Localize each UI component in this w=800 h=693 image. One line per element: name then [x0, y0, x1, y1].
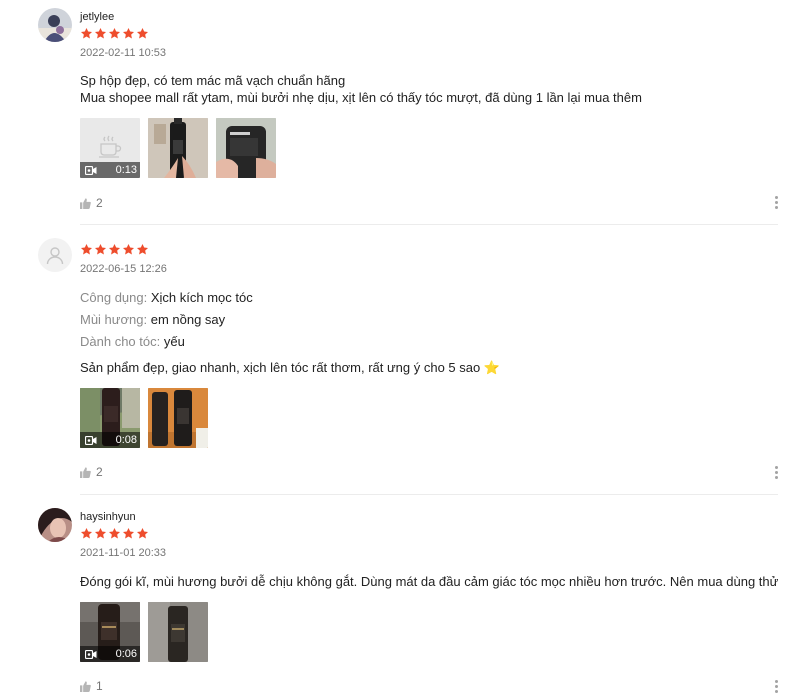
video-duration-bar: 0:08: [80, 432, 140, 448]
star-icon: [122, 243, 135, 255]
review-divider: [80, 494, 778, 495]
star-icon: [108, 527, 121, 539]
star-icon: [94, 527, 107, 539]
user-placeholder-icon: [46, 247, 64, 265]
star-icon: [136, 527, 149, 539]
video-duration: 0:13: [115, 164, 137, 176]
like-count: 2: [96, 196, 103, 210]
photo-thumbnail[interactable]: [148, 602, 208, 662]
more-options-icon[interactable]: [773, 196, 779, 209]
star-icon: [108, 243, 121, 255]
attribute-label: Mùi hương:: [80, 312, 148, 327]
avatar[interactable]: [38, 8, 72, 42]
review-attribute: Mùi hương: em nồng say: [80, 311, 225, 328]
product-photo: [148, 118, 208, 178]
star-icon: [122, 527, 135, 539]
attribute-value: Xịch kích mọc tóc: [150, 290, 253, 305]
video-duration: 0:06: [115, 648, 137, 660]
like-count: 2: [96, 465, 103, 479]
video-duration: 0:08: [115, 434, 137, 446]
review-media: 0:08: [80, 388, 208, 448]
video-camera-icon: [85, 165, 97, 175]
review-text-line: Sản phẩm đẹp, giao nhanh, xịch lên tóc r…: [80, 360, 501, 375]
video-camera-icon: [85, 435, 97, 445]
review-time: 2022-02-11 10:53: [80, 47, 167, 59]
like-button[interactable]: 1: [80, 679, 103, 693]
star-icon: [136, 243, 149, 255]
product-photo: [148, 388, 208, 448]
rating-stars: [80, 27, 149, 40]
like-count: 1: [96, 679, 103, 693]
photo-thumbnail[interactable]: [216, 118, 276, 178]
video-thumbnail[interactable]: 0:08: [80, 388, 140, 448]
video-camera-icon: [85, 649, 97, 659]
thumbs-up-icon: [80, 680, 91, 692]
review-media: 0:06: [80, 602, 208, 662]
review-divider: [80, 224, 778, 225]
photo-thumbnail[interactable]: [148, 118, 208, 178]
review-attribute: Dành cho tóc: yếu: [80, 333, 185, 350]
more-options-icon[interactable]: [773, 680, 779, 693]
like-button[interactable]: 2: [80, 465, 103, 479]
thumbs-up-icon: [80, 197, 91, 209]
thumbs-up-icon: [80, 466, 91, 478]
like-button[interactable]: 2: [80, 196, 103, 210]
review-time: 2021-11-01 20:33: [80, 547, 167, 559]
review-attribute: Công dụng: Xịch kích mọc tóc: [80, 289, 253, 306]
star-icon: [94, 27, 107, 39]
more-options-icon[interactable]: [773, 466, 779, 479]
star-icon: [80, 243, 93, 255]
user-avatar-image: [38, 8, 72, 42]
video-thumbnail[interactable]: 0:06: [80, 602, 140, 662]
star-icon: [136, 27, 149, 39]
star-icon: [108, 27, 121, 39]
attribute-value: em nồng say: [150, 312, 226, 327]
review-media: 0:13: [80, 118, 276, 178]
review-time: 2022-06-15 12:26: [80, 263, 167, 275]
attribute-label: Dành cho tóc:: [80, 334, 161, 349]
username[interactable]: jetlylee: [80, 11, 114, 23]
review-text-line: Mua shopee mall rất ytam, mùi bưởi nhẹ d…: [80, 90, 642, 105]
video-duration-bar: 0:13: [80, 162, 140, 178]
star-icon: [122, 27, 135, 39]
attribute-label: Công dụng:: [80, 290, 148, 305]
username[interactable]: haysinhyun: [80, 511, 136, 523]
review-text-line: Sp hộp đẹp, có tem mác mã vạch chuẩn hãn…: [80, 73, 346, 88]
star-icon: [94, 243, 107, 255]
star-icon: [80, 527, 93, 539]
product-photo: [148, 602, 208, 662]
video-duration-bar: 0:06: [80, 646, 140, 662]
attribute-value: yếu: [163, 334, 185, 349]
photo-thumbnail[interactable]: [148, 388, 208, 448]
avatar[interactable]: [38, 238, 72, 272]
coffee-cup-icon: [99, 135, 122, 158]
video-thumbnail[interactable]: 0:13: [80, 118, 140, 178]
star-icon: [80, 27, 93, 39]
review-text-line: Đóng gói kĩ, mùi hương bưởi dễ chịu khôn…: [80, 574, 779, 589]
product-photo: [216, 118, 276, 178]
rating-stars: [80, 527, 149, 540]
rating-stars: [80, 243, 149, 256]
avatar[interactable]: [38, 508, 72, 542]
user-avatar-image: [38, 508, 72, 542]
